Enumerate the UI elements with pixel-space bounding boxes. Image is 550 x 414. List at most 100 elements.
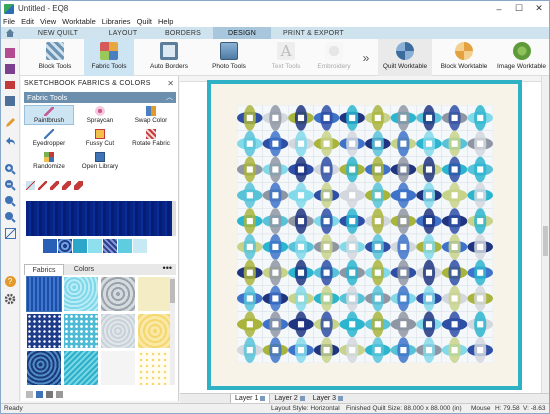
brush-large-icon[interactable] <box>50 181 59 190</box>
print-icon[interactable] <box>4 79 16 91</box>
pencil-icon[interactable] <box>4 117 16 129</box>
recent-fabric-swatch[interactable] <box>118 239 132 253</box>
maximize-button[interactable]: ☐ <box>509 1 529 16</box>
recent-fabric-swatch[interactable] <box>103 239 117 253</box>
close-button[interactable]: ✕ <box>529 1 549 16</box>
brush-medium-icon[interactable] <box>38 181 47 190</box>
worktable-vertical-scrollbar[interactable] <box>541 76 549 393</box>
tab-design[interactable]: DESIGN <box>213 27 271 39</box>
tab-print-export[interactable]: PRINT & EXPORT <box>271 27 356 39</box>
view-sketchbook-icon[interactable] <box>4 63 16 75</box>
recent-fabric-swatch[interactable] <box>133 239 147 253</box>
preview-scrollbar[interactable] <box>172 201 176 236</box>
layer-3-tab[interactable]: Layer 3 <box>309 394 347 404</box>
photo-tools-button[interactable]: Photo Tools <box>204 39 254 76</box>
fabric-swatch[interactable] <box>64 277 98 311</box>
menu-file[interactable]: File <box>3 17 15 26</box>
spraycan-tool[interactable]: Spraycan <box>75 105 125 125</box>
fabric-swatch[interactable] <box>101 277 135 311</box>
quilt-center-square <box>374 321 381 328</box>
quilt-center-square <box>374 140 381 147</box>
menu-edit[interactable]: Edit <box>21 17 34 26</box>
ribbon-more-button[interactable]: » <box>360 39 372 76</box>
zoom-out-icon[interactable] <box>4 179 16 191</box>
quilt-center-square <box>477 140 484 147</box>
fabric-tools-header[interactable]: Fabric Tools ︿ <box>24 92 176 103</box>
fabric-swatch[interactable] <box>138 277 172 311</box>
paintbrush-tool[interactable]: Paintbrush <box>24 105 74 125</box>
tab-new-quilt[interactable]: NEW QUILT <box>23 27 93 39</box>
layer-2-tab[interactable]: Layer 2 <box>270 394 308 404</box>
view-small-icon[interactable] <box>26 391 33 398</box>
menu-view[interactable]: View <box>40 17 56 26</box>
block-tools-button[interactable]: Block Tools <box>34 39 76 76</box>
fabric-swatch[interactable] <box>27 314 61 348</box>
recent-fabric-swatch[interactable] <box>73 239 87 253</box>
palette-close-button[interactable]: ✕ <box>167 79 174 88</box>
fabric-grid-scrollbar[interactable] <box>170 277 175 385</box>
quilt-worktable-button[interactable]: Quilt Worktable <box>378 39 432 76</box>
fabric-swatch[interactable] <box>138 314 172 348</box>
quilt-center-square <box>451 243 458 250</box>
palette-title: SKETCHBOOK FABRICS & COLORS <box>24 80 151 87</box>
undo-icon[interactable] <box>4 135 16 147</box>
quilt-center-square <box>349 166 356 173</box>
quilt-center-square <box>246 166 253 173</box>
ruler-icon[interactable] <box>4 227 16 239</box>
fabric-swatch[interactable] <box>101 314 135 348</box>
text-tools-icon: A <box>277 42 295 60</box>
fabric-swatch[interactable] <box>64 314 98 348</box>
recent-fabric-swatch[interactable] <box>43 239 57 253</box>
fit-to-worktable-icon[interactable] <box>4 195 16 207</box>
open-library-tool[interactable]: Open Library <box>75 151 125 171</box>
text-tools-button[interactable]: A Text Tools <box>264 39 308 76</box>
cut-icon[interactable] <box>4 95 16 107</box>
embroidery-button[interactable]: Embroidery <box>312 39 356 76</box>
fussy-cut-tool[interactable]: Fussy Cut <box>75 128 125 148</box>
view-xlarge-icon[interactable] <box>56 391 63 398</box>
recent-fabric-swatch[interactable] <box>58 239 72 253</box>
view-medium-icon[interactable] <box>36 391 43 398</box>
add-to-sketchbook-icon[interactable] <box>4 47 16 59</box>
brush-fill-icon[interactable] <box>74 181 83 190</box>
zoom-in-icon[interactable] <box>4 163 16 175</box>
quilt-center-square <box>246 192 253 199</box>
block-worktable-button[interactable]: Block Worktable <box>436 39 492 76</box>
image-worktable-button[interactable]: Image Worktable <box>494 39 549 76</box>
menu-quilt[interactable]: Quilt <box>137 17 152 26</box>
more-options-icon[interactable]: ••• <box>163 264 172 273</box>
auto-borders-button[interactable]: Auto Borders <box>144 39 194 76</box>
fabric-swatch[interactable] <box>64 351 98 385</box>
help-icon[interactable]: ? <box>4 275 16 287</box>
brush-small-icon[interactable] <box>26 181 35 190</box>
fabric-swatch[interactable] <box>101 351 135 385</box>
collapse-chevron-icon[interactable]: ︿ <box>166 92 173 102</box>
settings-gear-icon[interactable] <box>4 293 16 305</box>
layer-1-tab[interactable]: Layer 1 <box>230 393 271 404</box>
randomize-tool[interactable]: Randomize <box>24 151 74 171</box>
view-large-icon[interactable] <box>46 391 53 398</box>
menu-help[interactable]: Help <box>158 17 173 26</box>
fabric-tools-button[interactable]: Fabric Tools <box>84 39 134 76</box>
rotate-fabric-tool[interactable]: Rotate Fabric <box>126 128 176 148</box>
fabric-swatch[interactable] <box>27 351 61 385</box>
recent-fabric-swatch[interactable] <box>88 239 102 253</box>
minimize-button[interactable]: – <box>489 1 509 16</box>
tab-borders[interactable]: BORDERS <box>153 27 213 39</box>
quilt-center-square <box>477 166 484 173</box>
quilt-worktable-icon <box>396 42 414 60</box>
quilt-center[interactable] <box>237 105 493 363</box>
menu-worktable[interactable]: Worktable <box>62 17 96 26</box>
quilt-pattern[interactable] <box>237 105 493 363</box>
eyedropper-tool[interactable]: Eyedropper <box>24 128 74 148</box>
tab-fabrics[interactable]: Fabrics <box>24 264 64 275</box>
fabric-swatch[interactable] <box>26 276 62 312</box>
menu-libraries[interactable]: Libraries <box>102 17 131 26</box>
brush-xlarge-icon[interactable] <box>62 181 71 190</box>
swap-color-tool[interactable]: Swap Color <box>126 105 176 125</box>
tab-layout[interactable]: LAYOUT <box>93 27 153 39</box>
fabric-swatch[interactable] <box>138 351 172 385</box>
tab-colors[interactable]: Colors <box>64 264 104 275</box>
home-icon[interactable] <box>4 27 16 39</box>
refresh-icon[interactable] <box>4 211 16 223</box>
